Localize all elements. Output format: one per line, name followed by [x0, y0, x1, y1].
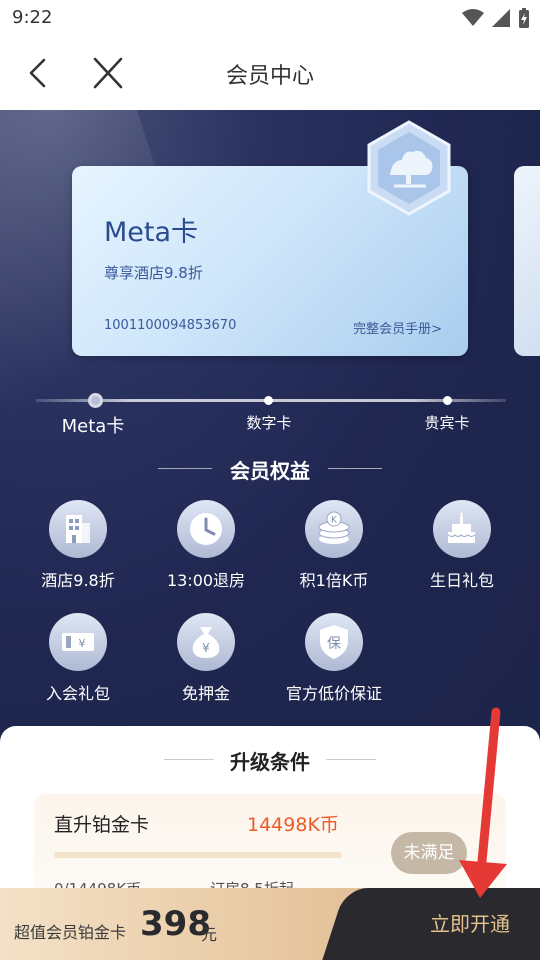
card-name: Meta卡: [104, 217, 199, 248]
benefit-label: 入会礼包: [45, 684, 110, 703]
wifi-icon: [462, 9, 484, 26]
benefit-label: 酒店9.8折: [41, 571, 115, 590]
status-bar: 9:22: [0, 0, 540, 36]
benefit-birthday-gift[interactable]: 生日礼包: [397, 500, 527, 591]
money-bag-icon: ¥: [177, 613, 235, 671]
shield-icon: 保: [305, 613, 363, 671]
header: 会员中心: [0, 36, 540, 110]
member-handbook-link[interactable]: 完整会员手册>: [353, 318, 442, 337]
svg-text:¥: ¥: [79, 637, 86, 650]
clock-icon: [177, 500, 235, 558]
benefits-title: 会员权益: [230, 459, 310, 483]
hotel-icon: [49, 500, 107, 558]
level-label-digital[interactable]: 数字卡: [246, 412, 291, 433]
benefit-label: 官方低价保证: [285, 684, 382, 703]
coins-icon: K: [305, 500, 363, 558]
purchase-bar: 超值会员铂金卡 398 元 立即开通: [0, 888, 540, 960]
level-dot-vip[interactable]: [443, 396, 452, 405]
benefit-k-coins[interactable]: K 积1倍K币: [269, 500, 399, 591]
membership-hero: Meta卡 尊享酒店9.8折 1001100094853670 完整会员手册> …: [0, 110, 540, 750]
card-number: 1001100094853670: [104, 318, 237, 333]
benefit-late-checkout[interactable]: 13:00退房: [141, 500, 271, 591]
next-card-preview[interactable]: [514, 166, 540, 356]
svg-text:保: 保: [327, 636, 341, 652]
upgrade-title: 升级条件: [230, 750, 310, 774]
page-title: 会员中心: [225, 64, 314, 89]
upgrade-name: 直升铂金卡: [54, 814, 150, 836]
cake-icon: [433, 500, 491, 558]
benefit-label: 生日礼包: [429, 571, 494, 590]
upgrade-progress-bar: [54, 852, 342, 858]
level-dot-meta[interactable]: [88, 393, 103, 408]
benefit-no-deposit[interactable]: ¥ 免押金: [141, 613, 271, 704]
benefit-label: 免押金: [181, 684, 230, 703]
upgrade-points: 14498K币: [247, 814, 339, 836]
svg-text:¥: ¥: [202, 641, 210, 655]
signal-icon: [492, 9, 510, 27]
card-description: 尊享酒店9.8折: [104, 264, 203, 282]
level-label-vip[interactable]: 贵宾卡: [424, 412, 469, 433]
promo-label: 超值会员铂金卡: [14, 923, 127, 942]
level-dot-digital[interactable]: [264, 396, 273, 405]
benefit-label: 积1倍K币: [299, 571, 369, 590]
battery-icon: [519, 8, 529, 28]
tree-badge-icon: [367, 120, 451, 216]
benefit-price-guarantee[interactable]: 保 官方低价保证: [269, 613, 399, 704]
benefit-hotel-discount[interactable]: 酒店9.8折: [13, 500, 143, 591]
benefit-welcome-gift[interactable]: ¥ 入会礼包: [13, 613, 143, 704]
level-label-meta[interactable]: Meta卡: [62, 412, 125, 438]
open-now-button[interactable]: 立即开通: [400, 888, 540, 960]
status-time: 9:22: [12, 7, 53, 28]
promo-unit: 元: [201, 925, 218, 944]
benefit-label: 13:00退房: [166, 571, 246, 590]
divider-right: [328, 468, 382, 469]
status-badge: 未满足: [391, 832, 467, 874]
ticket-icon: ¥: [49, 613, 107, 671]
divider-right: [326, 759, 376, 760]
status-icons: [462, 8, 530, 28]
